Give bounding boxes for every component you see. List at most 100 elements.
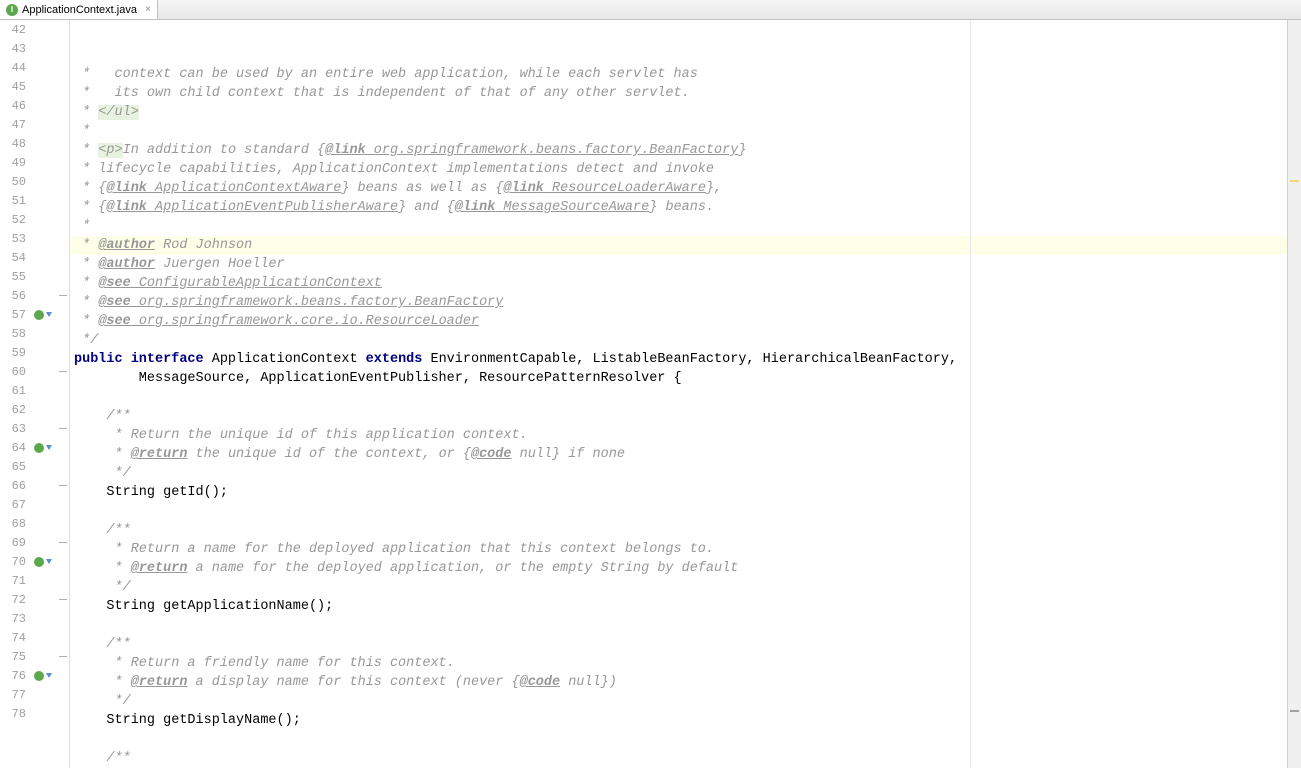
code-line[interactable]: * @author Juergen Hoeller — [70, 255, 1287, 274]
code-line[interactable]: /** — [70, 521, 1287, 540]
gutter-line[interactable]: 43 — [0, 39, 69, 58]
gutter-line[interactable]: 50 — [0, 172, 69, 191]
gutter-line[interactable]: 57 — [0, 305, 69, 324]
fold-mark-icon[interactable] — [59, 295, 67, 296]
close-icon[interactable]: × — [141, 4, 151, 15]
gutter-line[interactable]: 72 — [0, 590, 69, 609]
gutter-line[interactable]: 44 — [0, 58, 69, 77]
code-editor[interactable]: 424344454647 48 49505152535455565758596061… — [0, 20, 1301, 768]
code-line[interactable]: * </ul> — [70, 103, 1287, 122]
code-line[interactable]: * @see org.springframework.core.io.Resou… — [70, 312, 1287, 331]
gutter-line[interactable]: 78 — [0, 704, 69, 723]
code-line[interactable]: * @author Rod Johnson — [70, 236, 1287, 255]
code-area[interactable]: * context can be used by an entire web a… — [70, 20, 1287, 768]
code-token: } beans. — [649, 200, 714, 215]
code-line[interactable]: * @return the unique id of the context, … — [70, 445, 1287, 464]
code-line[interactable]: String getId(); — [70, 483, 1287, 502]
line-number: 69 — [0, 536, 32, 550]
gutter-line[interactable]: 54 — [0, 248, 69, 267]
override-marker-icon[interactable] — [34, 671, 44, 681]
line-number: 48 — [0, 137, 32, 151]
code-line[interactable]: * Return the unique id of this applicati… — [70, 426, 1287, 445]
code-line[interactable]: */ — [70, 331, 1287, 350]
code-line[interactable]: * — [70, 122, 1287, 141]
gutter-line[interactable]: 58 — [0, 324, 69, 343]
code-token: @link — [325, 143, 366, 158]
fold-mark-icon[interactable] — [59, 599, 67, 600]
fold-mark-icon[interactable] — [59, 656, 67, 657]
code-line[interactable]: * {@link ApplicationEventPublisherAware}… — [70, 198, 1287, 217]
gutter-line[interactable]: 59 — [0, 343, 69, 362]
gutter-line[interactable]: 56 — [0, 286, 69, 305]
code-line[interactable]: * lifecycle capabilities, ApplicationCon… — [70, 160, 1287, 179]
gutter-line[interactable]: 73 — [0, 609, 69, 628]
code-line[interactable]: * @see org.springframework.beans.factory… — [70, 293, 1287, 312]
code-line[interactable]: * {@link ApplicationContextAware} beans … — [70, 179, 1287, 198]
code-line[interactable]: /** — [70, 407, 1287, 426]
override-marker-icon[interactable] — [34, 310, 44, 320]
gutter-line[interactable]: 75 — [0, 647, 69, 666]
gutter-line[interactable]: 61 — [0, 381, 69, 400]
code-line[interactable]: /** — [70, 635, 1287, 654]
scroll-marker[interactable] — [1290, 710, 1299, 712]
gutter[interactable]: 424344454647 48 49505152535455565758596061… — [0, 20, 70, 768]
code-line[interactable] — [70, 616, 1287, 635]
code-line[interactable]: */ — [70, 464, 1287, 483]
gutter-line[interactable]: 66 — [0, 476, 69, 495]
gutter-line[interactable]: 74 — [0, 628, 69, 647]
gutter-line[interactable]: 65 — [0, 457, 69, 476]
code-line[interactable]: * its own child context that is independ… — [70, 84, 1287, 103]
gutter-line[interactable]: 49 — [0, 153, 69, 172]
gutter-line[interactable]: 68 — [0, 514, 69, 533]
gutter-line[interactable]: 52 — [0, 210, 69, 229]
code-line[interactable]: public interface ApplicationContext exte… — [70, 350, 1287, 369]
code-line[interactable]: * @return a name for the deployed applic… — [70, 559, 1287, 578]
gutter-line[interactable]: 47 — [0, 115, 69, 134]
gutter-line[interactable]: 63 — [0, 419, 69, 438]
fold-mark-icon[interactable] — [59, 542, 67, 543]
scroll-marker[interactable] — [1290, 180, 1299, 182]
gutter-line[interactable]: 60 — [0, 362, 69, 381]
code-line[interactable]: String getApplicationName(); — [70, 597, 1287, 616]
override-marker-icon[interactable] — [34, 443, 44, 453]
code-line[interactable]: * @return a display name for this contex… — [70, 673, 1287, 692]
gutter-line[interactable]: 71 — [0, 571, 69, 590]
code-line[interactable]: * context can be used by an entire web a… — [70, 65, 1287, 84]
code-line[interactable]: * Return a friendly name for this contex… — [70, 654, 1287, 673]
gutter-line[interactable]: 64 — [0, 438, 69, 457]
code-line[interactable]: */ — [70, 578, 1287, 597]
gutter-line[interactable]: 45 — [0, 77, 69, 96]
code-line[interactable]: * @see ConfigurableApplicationContext — [70, 274, 1287, 293]
gutter-line[interactable]: 46 — [0, 96, 69, 115]
gutter-line[interactable]: 67 — [0, 495, 69, 514]
code-line[interactable]: /** — [70, 749, 1287, 768]
code-line[interactable] — [70, 388, 1287, 407]
line-number: 71 — [0, 574, 32, 588]
vertical-scrollbar[interactable] — [1287, 20, 1301, 768]
gutter-line[interactable]: 51 — [0, 191, 69, 210]
code-line[interactable]: MessageSource, ApplicationEventPublisher… — [70, 369, 1287, 388]
gutter-line[interactable]: 42 — [0, 20, 69, 39]
code-line[interactable]: */ — [70, 692, 1287, 711]
code-token: * — [74, 295, 98, 310]
gutter-line[interactable]: 76 — [0, 666, 69, 685]
override-marker-icon[interactable] — [34, 557, 44, 567]
fold-mark-icon[interactable] — [59, 485, 67, 486]
code-line[interactable]: * — [70, 217, 1287, 236]
code-line[interactable]: * <p>In addition to standard {@link org.… — [70, 141, 1287, 160]
file-tab[interactable]: I ApplicationContext.java × — [0, 0, 158, 19]
code-token: */ — [74, 333, 98, 348]
fold-mark-icon[interactable] — [59, 371, 67, 372]
gutter-line[interactable]: 48 — [0, 134, 69, 153]
line-number: 74 — [0, 631, 32, 645]
gutter-line[interactable]: 70 — [0, 552, 69, 571]
fold-mark-icon[interactable] — [59, 428, 67, 429]
gutter-line[interactable]: 77 — [0, 685, 69, 704]
code-line[interactable] — [70, 730, 1287, 749]
gutter-line[interactable]: 55 — [0, 267, 69, 286]
gutter-line[interactable]: 69 — [0, 533, 69, 552]
gutter-line[interactable]: 53 — [0, 229, 69, 248]
gutter-line[interactable]: 62 — [0, 400, 69, 419]
code-line[interactable]: * Return a name for the deployed applica… — [70, 540, 1287, 559]
code-line[interactable] — [70, 502, 1287, 521]
